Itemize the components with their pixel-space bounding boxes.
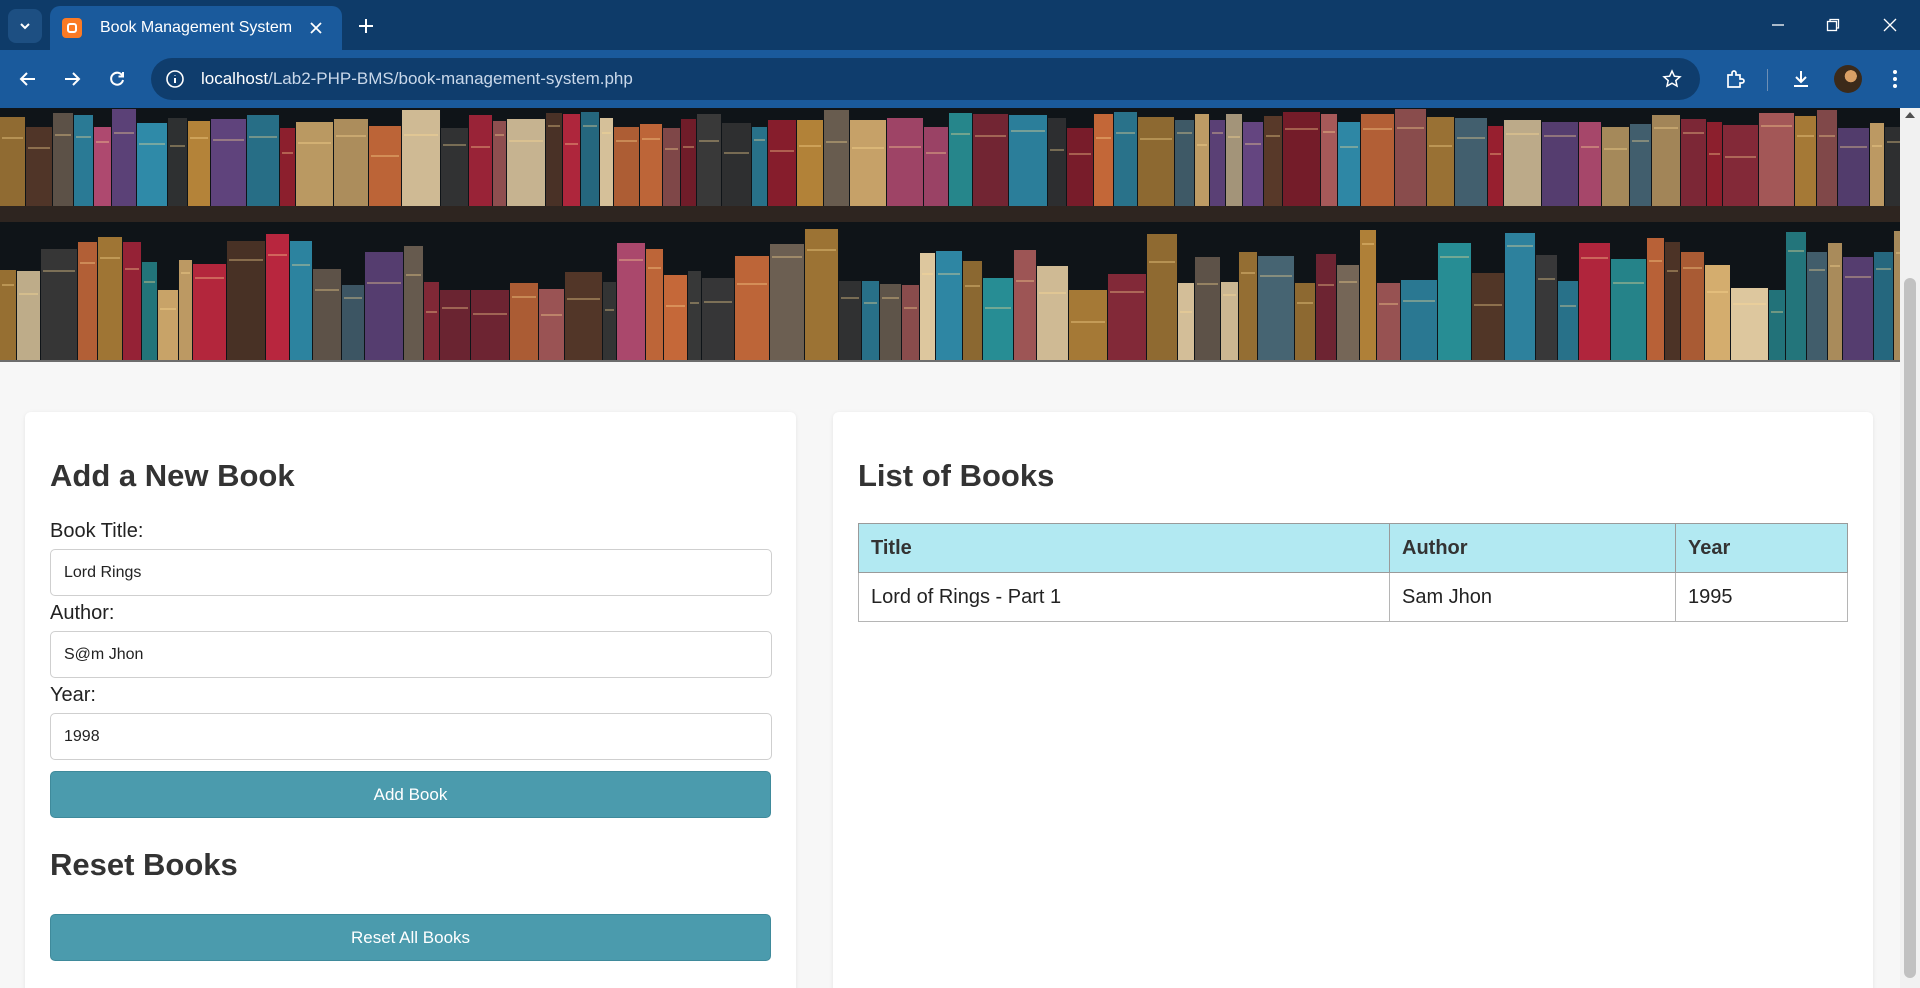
new-tab-button[interactable] (352, 12, 380, 40)
puzzle-icon (1727, 70, 1745, 88)
xampp-favicon-icon (62, 18, 82, 38)
book-list-heading: List of Books (858, 458, 1055, 493)
column-header-title: Title (858, 523, 1390, 573)
book-title-input[interactable] (50, 549, 772, 596)
downloads-button[interactable] (1785, 63, 1817, 95)
page-scrollbar[interactable] (1900, 108, 1920, 988)
close-window-button[interactable] (1872, 10, 1908, 40)
cell-author: Sam Jhon (1389, 572, 1676, 622)
bookshelf-illustration (0, 108, 1900, 360)
browser-menu-button[interactable] (1879, 63, 1911, 95)
book-list-card: List of Books Title Author Year Lord of … (833, 412, 1873, 988)
author-input[interactable] (50, 631, 772, 678)
browser-toolbar: localhost/Lab2-PHP-BMS/book-management-s… (0, 50, 1920, 108)
minimize-icon (1772, 24, 1784, 26)
close-icon (1883, 18, 1897, 32)
author-label: Author: (50, 602, 115, 624)
browser-tab-strip: Book Management System (0, 0, 1920, 50)
restore-button[interactable] (1815, 10, 1851, 40)
add-book-button[interactable]: Add Book (50, 771, 771, 818)
toolbar-separator (1767, 69, 1768, 91)
tab-search-button[interactable] (8, 9, 42, 43)
plus-icon (359, 19, 373, 33)
reload-button[interactable] (101, 63, 133, 95)
download-icon (1794, 71, 1808, 87)
forward-button[interactable] (56, 63, 88, 95)
site-info-icon[interactable] (163, 67, 187, 91)
bookmark-star-icon[interactable] (1660, 67, 1684, 91)
url-text[interactable]: localhost/Lab2-PHP-BMS/book-management-s… (201, 69, 633, 89)
scrollbar-thumb[interactable] (1904, 278, 1916, 978)
add-book-heading: Add a New Book (50, 458, 295, 493)
year-label: Year: (50, 684, 96, 706)
restore-icon (1826, 18, 1840, 32)
close-icon (310, 22, 322, 34)
column-header-author: Author (1389, 523, 1676, 573)
add-book-card: Add a New Book Book Title: Author: Year:… (25, 412, 796, 988)
reset-all-books-button[interactable]: Reset All Books (50, 914, 771, 961)
more-vert-icon (1893, 70, 1897, 88)
extensions-button[interactable] (1719, 63, 1751, 95)
banner-divider (0, 360, 1900, 362)
table-row: Lord of Rings - Part 1 Sam Jhon 1995 (858, 572, 1848, 622)
tab-title: Book Management System (100, 19, 293, 36)
address-bar[interactable]: localhost/Lab2-PHP-BMS/book-management-s… (151, 58, 1700, 100)
browser-tab[interactable]: Book Management System (50, 6, 342, 50)
reload-icon (110, 71, 124, 86)
cell-title: Lord of Rings - Part 1 (858, 572, 1390, 622)
books-table: Title Author Year Lord of Rings - Part 1… (858, 523, 1848, 622)
reset-books-heading: Reset Books (50, 847, 238, 882)
column-header-year: Year (1675, 523, 1848, 573)
year-input[interactable] (50, 713, 772, 760)
chevron-down-icon (20, 23, 30, 30)
back-button[interactable] (12, 63, 44, 95)
profile-avatar[interactable] (1834, 65, 1862, 93)
table-header-row: Title Author Year (858, 523, 1848, 573)
arrow-left-icon (19, 72, 35, 86)
cell-year: 1995 (1675, 572, 1848, 622)
minimize-button[interactable] (1760, 10, 1796, 40)
url-path: /Lab2-PHP-BMS/book-management-system.php (268, 69, 633, 88)
scroll-up-arrow-icon[interactable] (1905, 112, 1915, 118)
book-title-label: Book Title: (50, 520, 144, 542)
tab-close-button[interactable] (304, 16, 328, 40)
page-viewport: Add a New Book Book Title: Author: Year:… (0, 108, 1900, 988)
bookshelf-banner-image (0, 108, 1900, 362)
arrow-right-icon (65, 72, 81, 86)
url-host: localhost (201, 69, 269, 88)
